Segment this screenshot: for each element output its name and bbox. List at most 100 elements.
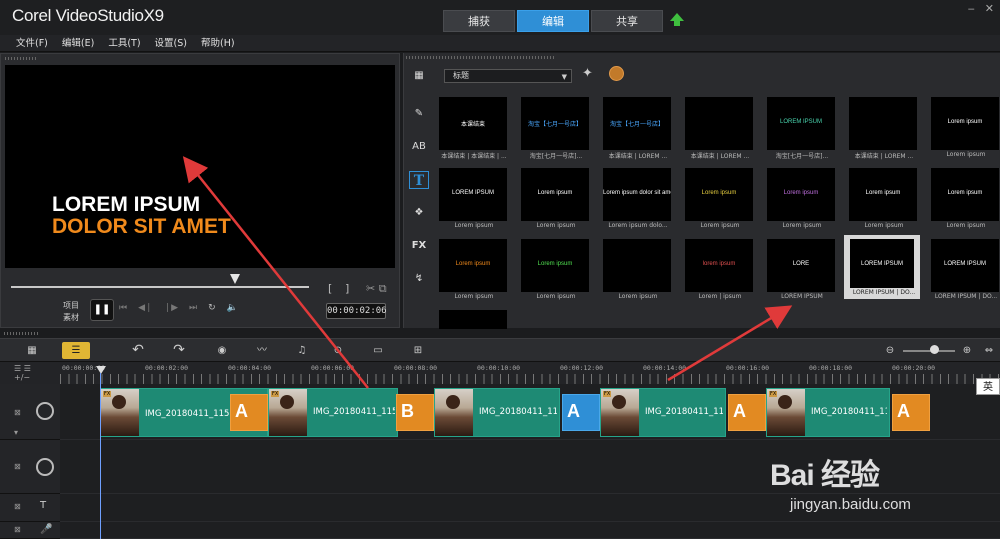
menu-edit[interactable]: 编辑(E) — [62, 35, 94, 51]
repeat-icon[interactable]: ↻ — [208, 303, 216, 313]
filter-fx-icon[interactable]: FX — [409, 237, 429, 255]
transition-clip[interactable]: A — [562, 394, 600, 431]
timeline-ruler[interactable]: ☰ ☰ +/− 00:00:00:00 00:00:02:00 00:00:04:00… — [0, 362, 1000, 384]
track-expand-icon[interactable]: ▾ — [14, 428, 18, 437]
title-thumbnail[interactable]: 本课结束 | LOREM ... — [844, 97, 920, 161]
tab-capture[interactable]: 捕获 — [443, 10, 515, 32]
tab-share[interactable]: 共享 — [591, 10, 663, 32]
close-icon[interactable]: ✕ — [985, 2, 994, 15]
menu-tools[interactable]: 工具(T) — [108, 35, 140, 51]
video-clip[interactable]: FX IMG_20180411_1158 — [600, 388, 726, 437]
path-icon[interactable]: ↯ — [409, 270, 429, 288]
minimize-icon[interactable]: ‒ — [968, 2, 975, 15]
panel-splitter[interactable] — [0, 329, 1000, 338]
title-thumbnail[interactable]: Lorem ipsum Lorem ipsum — [680, 168, 756, 232]
sound-mixer-icon[interactable]: 〰 — [248, 342, 276, 359]
title-thumbnail[interactable]: Lorem ipsum Lorem ipsum — [434, 239, 510, 303]
subtitle-editor-icon[interactable]: ▭ — [364, 342, 392, 359]
video-clip[interactable]: IMG_20180411_1158 — [434, 388, 560, 437]
title-icon[interactable]: T — [409, 171, 429, 189]
title-thumbnail[interactable]: LOREM IPSUM Lorem ipsum — [434, 168, 510, 232]
title-thumbnail[interactable]: Lorem ipsum Lorem ipsum — [844, 168, 920, 232]
transition-clip[interactable]: A — [892, 394, 930, 431]
end-icon[interactable]: ⏭ — [189, 303, 197, 313]
undo-icon[interactable]: ↶ — [124, 342, 152, 359]
video-track-header: ⊠ ▾ — [0, 384, 60, 440]
title-thumbnail[interactable]: Lorem ipsum Lorem ipsum — [926, 168, 1000, 232]
mark-out-icon[interactable]: ] — [345, 282, 349, 295]
title-thumbnail[interactable]: 淘宝【七月一号店】 淘宝[七月一号店]... — [516, 97, 592, 161]
video-track[interactable]: FX IMG_20180411_115841 拷贝.jp FX IMG_2018041… — [60, 384, 1000, 440]
ruler-ticks — [60, 374, 1000, 384]
menu-file[interactable]: 文件(F) — [16, 35, 48, 51]
scissors-icon[interactable]: ✂ ⧉ — [366, 282, 387, 296]
transition-clip[interactable]: A — [728, 394, 766, 431]
title-thumbnail[interactable]: 本课结束 | LOREM ... — [680, 97, 756, 161]
transition-clip[interactable]: B — [396, 394, 434, 431]
clip-thumbnail — [435, 389, 473, 436]
storyboard-view-icon[interactable]: ▦ — [18, 342, 46, 359]
thumbnail-title-text: 淘宝【七月一号店】 — [527, 122, 582, 128]
playhead-handle[interactable] — [96, 366, 106, 374]
next-frame-icon[interactable]: ❘▶ — [164, 303, 178, 313]
menu-help[interactable]: 帮助(H) — [201, 35, 235, 51]
title-thumbnail[interactable]: lorem ipsum Lorem | ipsum — [680, 239, 756, 303]
panel-grip[interactable] — [5, 57, 37, 60]
motion-tracking-icon[interactable]: ⊙ — [324, 342, 352, 359]
redo-icon[interactable]: ↷ — [165, 342, 193, 359]
auto-music-icon[interactable]: ♫ — [288, 342, 316, 359]
mode-clip-label[interactable]: 素材 — [63, 312, 79, 323]
timecode-display[interactable]: 00:00:02:06 — [326, 303, 387, 319]
title-thumbnail[interactable]: LOREM IPSUM LOREM IPSUM | DO... — [844, 235, 920, 299]
title-thumbnail[interactable]: Lorem ipsum Lorem ipsum — [926, 97, 1000, 161]
title-thumbnail[interactable]: 淘宝【七月一号店】 本课结束 | LOREM ... — [598, 97, 674, 161]
add-favorite-icon[interactable]: ✦ — [582, 66, 593, 81]
zoom-slider-knob[interactable] — [930, 345, 939, 354]
menu-settings[interactable]: 设置(S) — [155, 35, 187, 51]
title-thumbnail[interactable]: LORE LOREM IPSUM — [762, 239, 838, 303]
title-thumbnail[interactable]: 本课结束 本课结束 | 本课结束 | ... — [434, 97, 510, 161]
zoom-slider[interactable] — [903, 350, 955, 352]
volume-icon[interactable]: 🔈 — [227, 303, 238, 313]
mode-project-label[interactable]: 项目 — [63, 300, 79, 311]
title-thumbnail[interactable]: Lorem ipsum Lorem ipsum — [516, 168, 592, 232]
home-icon[interactable]: ⏮ — [119, 303, 127, 313]
instant-project-icon[interactable]: ✎ — [409, 105, 429, 123]
fit-project-icon[interactable]: ⇔ — [975, 342, 1000, 359]
title-thumbnail[interactable]: Lorem ipsum Lorem ipsum — [762, 168, 838, 232]
tab-edit[interactable]: 编辑 — [517, 10, 589, 32]
title-thumbnail[interactable]: Lorem ipsum Lorem ipsum — [516, 239, 592, 303]
title-thumbnail[interactable]: LOREM IPSUM LOREM IPSUM | DO... — [926, 239, 1000, 303]
video-clip[interactable]: FX IMG_20180411_1158 — [268, 388, 398, 437]
media-icon[interactable]: ▦ — [409, 67, 429, 85]
zoom-out-icon[interactable]: ⊖ — [876, 342, 904, 359]
track-manager-icon[interactable]: ☰ ☰ +/− — [0, 362, 60, 384]
category-dropdown[interactable]: 标题 ▼ — [444, 69, 572, 83]
track-lock-icon[interactable]: ⊠ — [14, 408, 21, 417]
title-thumbnail[interactable]: Lorem ipsum — [598, 239, 674, 303]
track-lock-icon[interactable]: ⊠ — [14, 525, 21, 534]
title-thumbnail[interactable]: Lorem ipsum dolor sit amet Lorem ipsum do… — [598, 168, 674, 232]
thumbnail-preview: 本课结束 — [439, 97, 507, 150]
transition-icon[interactable]: AB — [409, 138, 429, 156]
prev-frame-icon[interactable]: ◀❘ — [138, 303, 152, 313]
pause-button[interactable]: ❚❚ — [90, 299, 114, 321]
clip-name: IMG_20180411_1158 — [811, 407, 887, 417]
splitter-grip[interactable] — [4, 332, 38, 335]
record-capture-icon[interactable]: ◉ — [208, 342, 236, 359]
timeline-view-icon[interactable]: ☰ — [62, 342, 90, 359]
transition-clip[interactable]: A — [230, 394, 268, 431]
scrubber-knob[interactable] — [229, 274, 240, 284]
graphic-icon[interactable]: ❖ — [409, 204, 429, 222]
track-lock-icon[interactable]: ⊠ — [14, 462, 21, 471]
video-clip[interactable]: FX IMG_20180411_1158 — [766, 388, 890, 437]
upload-arrow-icon[interactable] — [670, 13, 684, 26]
browse-icon[interactable] — [609, 66, 624, 81]
panel-grip[interactable] — [406, 56, 556, 59]
track-lock-icon[interactable]: ⊠ — [14, 502, 21, 511]
thumbnail-preview: lorem ipsum — [685, 239, 753, 292]
scrubber-track[interactable] — [11, 286, 309, 288]
multi-camera-icon[interactable]: ⊞ — [404, 342, 432, 359]
title-thumbnail[interactable]: LOREM IPSUM 淘宝[七月一号店]... — [762, 97, 838, 161]
mark-in-icon[interactable]: [ — [328, 282, 332, 295]
